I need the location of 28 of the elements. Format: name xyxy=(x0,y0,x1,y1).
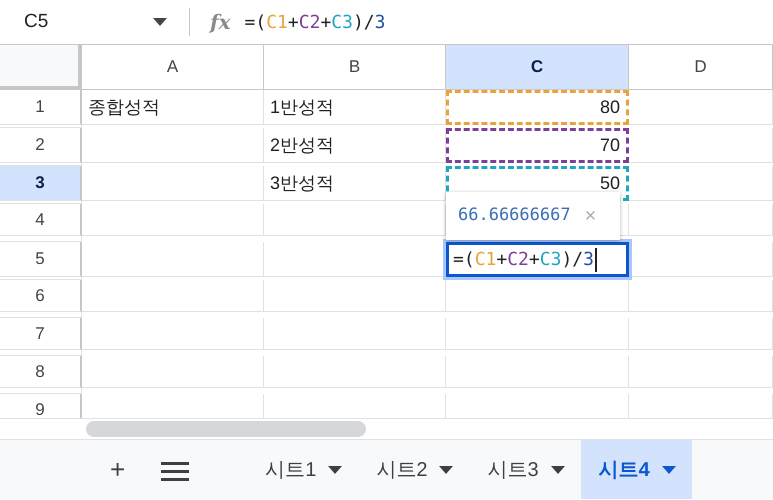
name-box[interactable]: C5 xyxy=(0,8,175,36)
tooltip-value: 66.66666667 xyxy=(458,204,571,228)
sheet-tab[interactable]: 시트3 xyxy=(469,440,581,499)
formula-input[interactable]: =(C1+C2+C3)/3 xyxy=(244,8,386,36)
row-header[interactable]: 4 xyxy=(0,204,82,236)
cell-editor[interactable]: =(C1+C2+C3)/3 xyxy=(446,242,629,277)
column-header[interactable]: D xyxy=(629,45,773,90)
row-header[interactable]: 5 xyxy=(0,242,82,277)
table-cell: 2반성적 xyxy=(264,128,446,163)
cell-reference: C5 xyxy=(24,10,48,34)
sheet-tab[interactable]: 시트4 xyxy=(580,440,692,499)
column-header[interactable]: C xyxy=(446,45,629,90)
sheet-tab[interactable]: 시트2 xyxy=(358,440,470,499)
table-cell: 1반성적 xyxy=(264,90,446,125)
add-sheet-button[interactable]: + xyxy=(92,450,144,489)
column-header[interactable]: A xyxy=(82,45,264,90)
row-header[interactable]: 6 xyxy=(0,280,82,312)
fx-icon: fx xyxy=(210,7,231,37)
table-cell: 80 xyxy=(446,90,629,125)
row-header[interactable]: 2 xyxy=(0,128,82,163)
row-header[interactable]: 8 xyxy=(0,356,82,388)
row-header[interactable]: 3 xyxy=(0,166,82,201)
row-header[interactable]: 1 xyxy=(0,90,82,125)
sheet-tab[interactable]: 시트1 xyxy=(247,440,358,499)
table-cell: 3반성적 xyxy=(264,166,446,201)
table-cell: 70 xyxy=(446,128,629,163)
row-header[interactable]: 7 xyxy=(0,318,82,350)
table-cell: 종합성적 xyxy=(82,90,264,125)
